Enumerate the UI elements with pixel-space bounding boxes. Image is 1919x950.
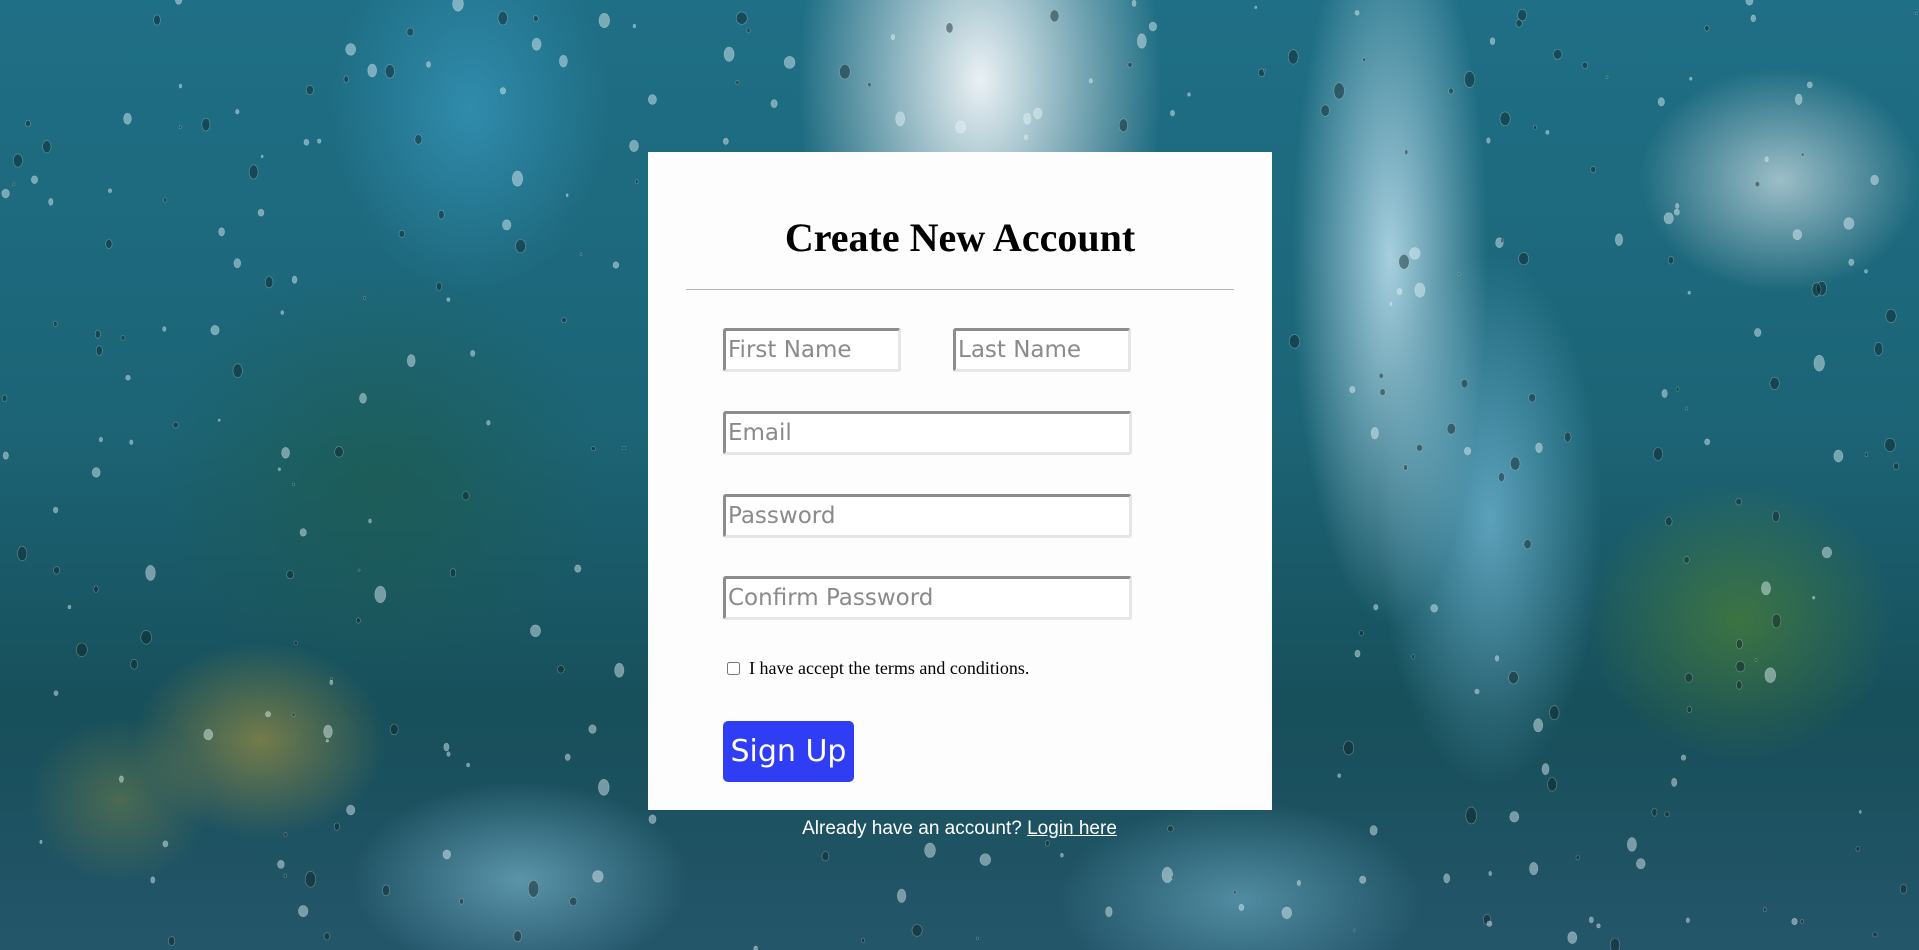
last-name-input[interactable] [953,328,1131,372]
login-prompt-text: Already have an account? [802,818,1022,839]
form-title: Create New Account [784,215,1136,260]
first-name-input[interactable] [723,328,901,372]
confirm-password-input[interactable] [723,576,1132,620]
sign-up-button[interactable]: Sign Up [723,721,854,782]
signup-card: Create New Account I have accept the ter… [648,152,1272,810]
terms-label: I have accept the terms and conditions. [749,658,1030,678]
terms-checkbox[interactable] [727,662,740,675]
login-prompt: Already have an account? Login here [0,818,1919,840]
terms-row[interactable]: I have accept the terms and conditions. [727,658,1029,679]
title-divider [686,289,1234,290]
password-input[interactable] [723,494,1132,538]
login-link[interactable]: Login here [1027,818,1117,839]
email-input[interactable] [723,411,1132,455]
